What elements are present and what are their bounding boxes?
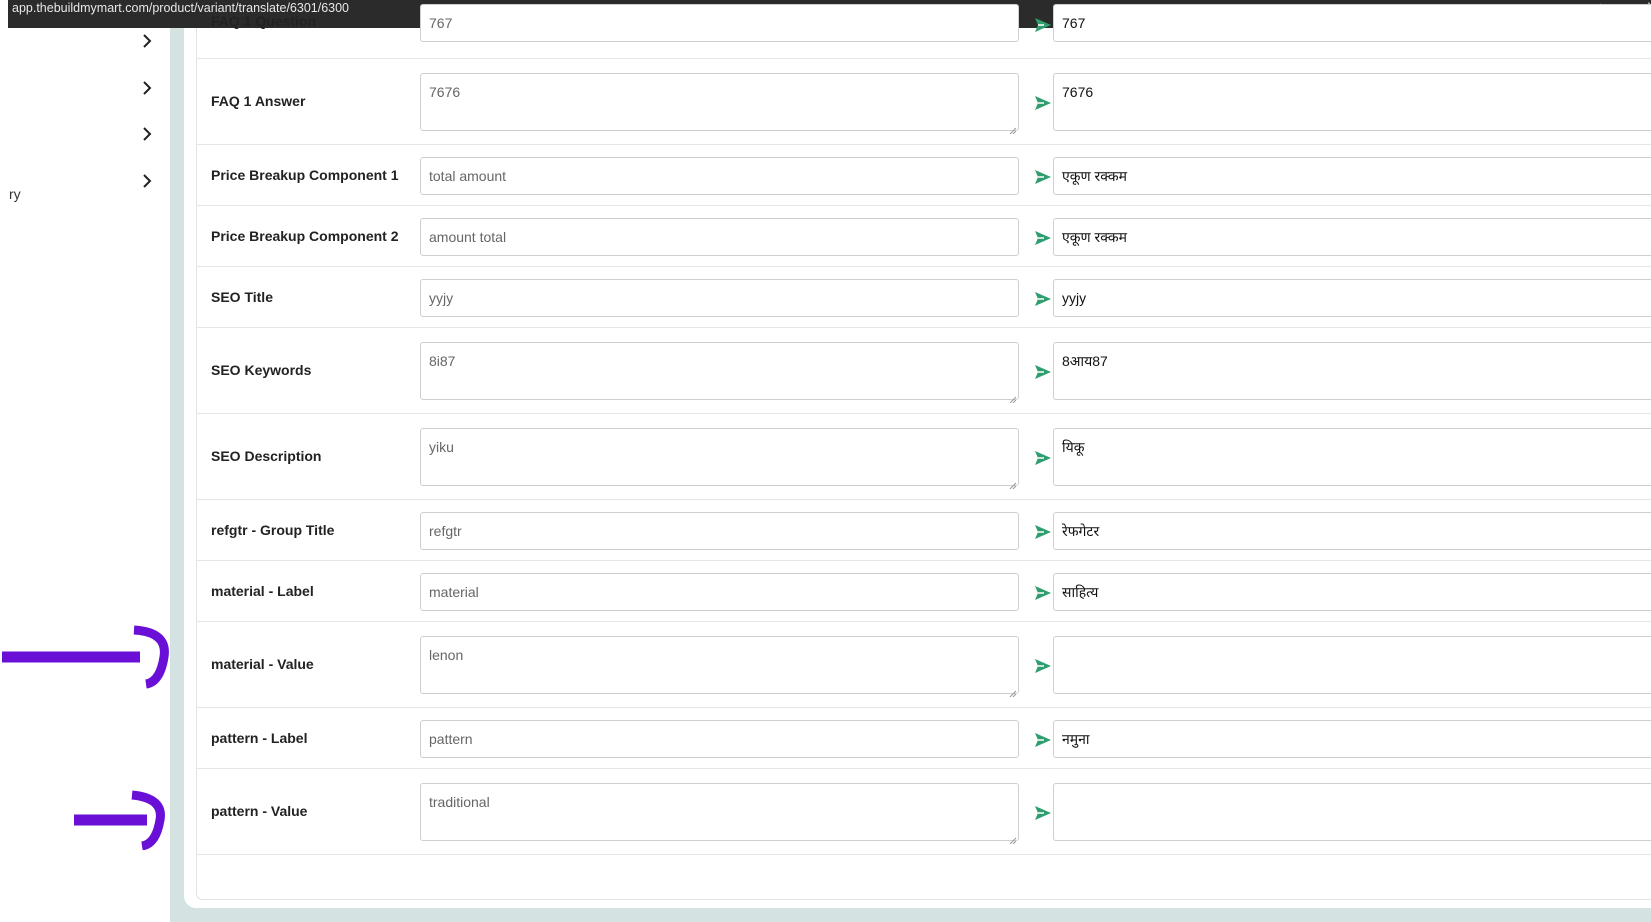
send-icon[interactable]	[1034, 94, 1052, 112]
translation-row: material - Label material साहित्य	[196, 561, 1651, 622]
field-label: pattern - Value	[211, 803, 308, 819]
field-label: refgtr - Group Title	[211, 522, 335, 538]
translation-row: refgtr - Group Title refgtr रेफगेटर	[196, 500, 1651, 561]
resize-handle-icon[interactable]	[1009, 121, 1017, 135]
chevron-right-icon[interactable]	[138, 32, 156, 50]
arrow-right-icon	[74, 790, 165, 850]
target-textarea[interactable]: 8आय87	[1053, 342, 1651, 400]
resize-handle-icon[interactable]	[1009, 476, 1017, 490]
send-icon[interactable]	[1034, 290, 1052, 308]
chevron-right-icon[interactable]	[138, 125, 156, 143]
send-icon[interactable]	[1034, 363, 1052, 381]
target-textarea[interactable]	[1053, 783, 1651, 841]
resize-handle-icon[interactable]	[1009, 684, 1017, 698]
send-icon[interactable]	[1034, 657, 1052, 675]
source-input[interactable]: yyjy	[420, 279, 1019, 317]
target-input[interactable]: नमुना	[1053, 720, 1651, 758]
send-icon[interactable]	[1034, 731, 1052, 749]
translation-row: pattern - Value traditional	[196, 769, 1651, 855]
chevron-right-icon[interactable]	[138, 172, 156, 190]
send-icon[interactable]	[1034, 16, 1052, 34]
send-icon[interactable]	[1034, 168, 1052, 186]
resize-handle-icon[interactable]	[1009, 831, 1017, 845]
source-input[interactable]: refgtr	[420, 512, 1019, 550]
source-textarea[interactable]: traditional	[420, 783, 1019, 845]
target-input[interactable]: साहित्य	[1053, 573, 1651, 611]
field-label: FAQ 1 Question	[211, 13, 317, 29]
field-label: material - Value	[211, 656, 314, 672]
translation-row: Price Breakup Component 2 amount total एकू…	[196, 206, 1651, 267]
send-icon[interactable]	[1034, 584, 1052, 602]
source-textarea[interactable]: yiku	[420, 428, 1019, 490]
chevron-right-icon[interactable]	[138, 79, 156, 97]
source-textarea[interactable]: lenon	[420, 636, 1019, 698]
arrow-right-icon	[2, 625, 169, 689]
send-icon[interactable]	[1034, 449, 1052, 467]
target-input[interactable]: yyjy	[1053, 279, 1651, 317]
field-label: Price Breakup Component 2	[211, 228, 399, 244]
source-input[interactable]: amount total	[420, 218, 1019, 256]
send-icon[interactable]	[1034, 523, 1052, 541]
field-label: material - Label	[211, 583, 314, 599]
send-icon[interactable]	[1034, 804, 1052, 822]
field-label: SEO Title	[211, 289, 273, 305]
translation-row: pattern - Label pattern नमुना	[196, 708, 1651, 769]
translation-row: FAQ 1 Answer 7676 7676	[196, 59, 1651, 145]
resize-handle-icon[interactable]	[1009, 390, 1017, 404]
translation-row: SEO Title yyjy yyjy	[196, 267, 1651, 328]
field-label: pattern - Label	[211, 730, 308, 746]
source-input[interactable]: 767	[420, 4, 1019, 42]
target-textarea[interactable]: यिकू	[1053, 428, 1651, 486]
target-textarea[interactable]: 7676	[1053, 73, 1651, 131]
translation-row: SEO Keywords 8i87 8आय87	[196, 328, 1651, 414]
send-icon[interactable]	[1034, 229, 1052, 247]
source-input[interactable]: total amount	[420, 157, 1019, 195]
source-textarea[interactable]: 7676	[420, 73, 1019, 135]
source-input[interactable]: pattern	[420, 720, 1019, 758]
translation-row: FAQ 1 Question 767 767	[196, 4, 1651, 59]
target-textarea[interactable]	[1053, 636, 1651, 694]
field-label: SEO Keywords	[211, 362, 312, 378]
field-label: FAQ 1 Answer	[211, 93, 306, 109]
target-input[interactable]: 767	[1053, 4, 1651, 42]
translation-row: material - Value lenon	[196, 622, 1651, 708]
field-label: SEO Description	[211, 448, 322, 464]
target-input[interactable]: रेफगेटर	[1053, 512, 1651, 550]
sidebar	[0, 28, 170, 922]
source-textarea[interactable]: 8i87	[420, 342, 1019, 404]
sidebar-item-label[interactable]: ry	[9, 186, 21, 202]
target-input[interactable]: एकूण रक्कम	[1053, 218, 1651, 256]
translation-row: Price Breakup Component 1 total amount एकू…	[196, 145, 1651, 206]
target-input[interactable]: एकूण रक्कम	[1053, 157, 1651, 195]
field-label: Price Breakup Component 1	[211, 167, 399, 183]
source-input[interactable]: material	[420, 573, 1019, 611]
translation-row: SEO Description yiku यिकू	[196, 414, 1651, 500]
